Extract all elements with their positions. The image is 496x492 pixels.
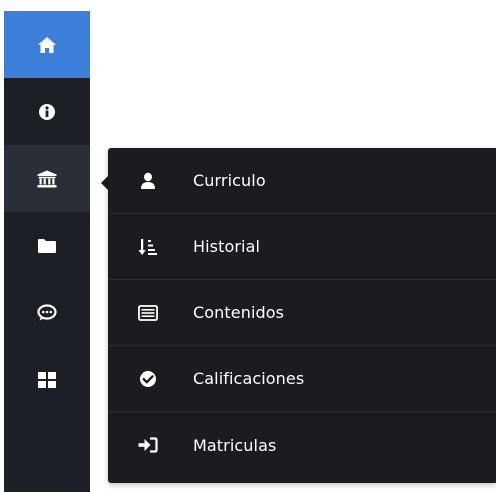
- sidebar-item-home[interactable]: [4, 11, 90, 78]
- menu-item-label: Historial: [193, 237, 261, 256]
- home-icon: [37, 36, 57, 54]
- menu-item-label: Matriculas: [193, 435, 277, 455]
- grid-icon: [38, 371, 56, 388]
- user-icon: [138, 171, 158, 191]
- menu-item-matriculas[interactable]: Matriculas: [108, 412, 496, 478]
- page: Curriculo Historial Contenidos Calificac…: [0, 0, 496, 492]
- menu-item-label: Curriculo: [193, 171, 266, 190]
- flyout-menu: Curriculo Historial Contenidos Calificac…: [108, 148, 496, 483]
- folder-icon: [37, 238, 57, 254]
- menu-item-label: Contenidos: [193, 303, 285, 322]
- menu-item-label: Calificaciones: [193, 369, 305, 388]
- comment-icon: [37, 303, 57, 322]
- info-icon: [38, 103, 56, 121]
- institution-icon: [37, 170, 57, 188]
- sidebar-item-info[interactable]: [4, 78, 90, 145]
- menu-item-historial[interactable]: Historial: [108, 214, 496, 280]
- sign-in-icon: [138, 435, 158, 455]
- sidebar-item-institution[interactable]: [4, 145, 90, 212]
- sidebar-item-grid[interactable]: [4, 346, 90, 413]
- sidebar: [4, 11, 90, 492]
- sort-list-icon: [138, 237, 158, 257]
- sidebar-item-folder[interactable]: [4, 212, 90, 279]
- sidebar-item-comments[interactable]: [4, 279, 90, 346]
- list-card-icon: [138, 303, 158, 323]
- check-circle-icon: [138, 369, 158, 389]
- menu-item-calificaciones[interactable]: Calificaciones: [108, 346, 496, 412]
- menu-item-contenidos[interactable]: Contenidos: [108, 280, 496, 346]
- menu-item-curriculo[interactable]: Curriculo: [108, 148, 496, 214]
